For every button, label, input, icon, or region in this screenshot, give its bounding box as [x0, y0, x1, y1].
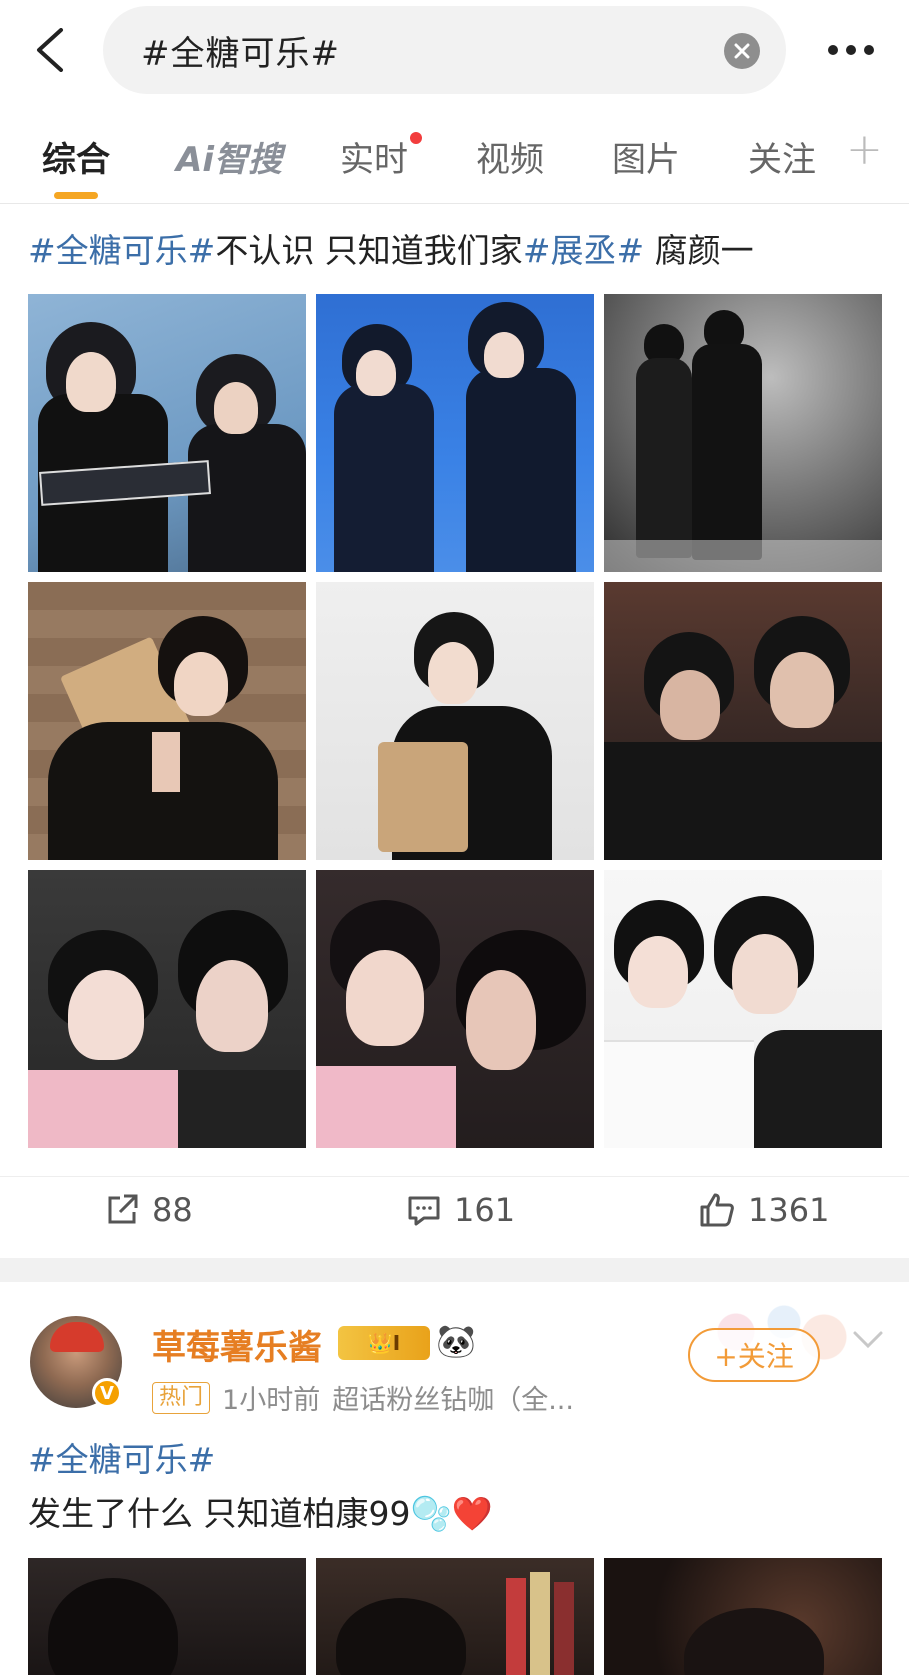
- clear-icon[interactable]: [724, 33, 760, 69]
- hashtag-link[interactable]: #全糖可乐#: [28, 231, 215, 270]
- post-source[interactable]: 超话粉丝钻咖（全...: [332, 1378, 574, 1417]
- like-icon: [700, 1193, 734, 1227]
- more-options-icon[interactable]: [828, 38, 888, 62]
- grid-image[interactable]: [316, 582, 594, 860]
- follow-button[interactable]: +关注: [688, 1328, 820, 1382]
- comment-count: 161: [454, 1191, 516, 1229]
- hot-badge: 热门: [152, 1381, 211, 1414]
- share-button[interactable]: 88: [104, 1191, 193, 1229]
- active-tab-indicator: [54, 192, 98, 199]
- post-text: 发生了什么 只知道柏康99🫧❤️: [28, 1494, 493, 1533]
- add-tab-icon[interactable]: +: [846, 124, 883, 175]
- chevron-down-icon[interactable]: [852, 1330, 884, 1354]
- author-name[interactable]: 草莓薯乐酱: [152, 1320, 322, 1369]
- post-text: #全糖可乐#不认识 只知道我们家#展丞# 腐颜一: [28, 229, 754, 273]
- comment-button[interactable]: 161: [406, 1191, 515, 1229]
- post-separator: [0, 1258, 909, 1282]
- grid-image[interactable]: [28, 294, 306, 572]
- share-count: 88: [152, 1191, 193, 1229]
- grid-image[interactable]: [28, 870, 306, 1148]
- grid-image[interactable]: [316, 1558, 594, 1675]
- post-actions: 88 161 1361: [0, 1176, 909, 1256]
- post-text-segment: 不认识 只知道我们家: [215, 231, 523, 270]
- share-icon: [108, 1194, 138, 1224]
- notification-dot: [410, 132, 422, 144]
- tab-bar: 综合 Ai智搜 实时 视频 图片 关注 +: [0, 118, 909, 204]
- hashtag-link[interactable]: #展丞#: [523, 231, 644, 270]
- search-query: #全糖可乐#: [141, 33, 340, 74]
- tab-comprehensive[interactable]: 综合: [42, 132, 110, 181]
- back-icon[interactable]: [28, 22, 72, 78]
- post-time: 1小时前: [222, 1385, 321, 1416]
- tab-pictures[interactable]: 图片: [612, 132, 680, 181]
- hashtag-link[interactable]: #全糖可乐#: [28, 1438, 215, 1482]
- comment-icon: [408, 1196, 440, 1226]
- tab-ai-search[interactable]: Ai智搜: [176, 132, 282, 181]
- grid-image[interactable]: [604, 870, 882, 1148]
- tab-video[interactable]: 视频: [476, 132, 544, 181]
- image-grid: [28, 1558, 882, 1675]
- grid-image[interactable]: [604, 1558, 882, 1675]
- tab-realtime-label: 实时: [340, 140, 408, 180]
- grid-image[interactable]: [28, 582, 306, 860]
- grid-image[interactable]: [604, 582, 882, 860]
- post-meta: 热门 1小时前 超话粉丝钻咖（全...: [152, 1378, 574, 1417]
- post-text-segment: 腐颜一: [644, 231, 754, 270]
- panda-icon: 🐼: [436, 1322, 476, 1360]
- like-count: 1361: [748, 1191, 830, 1229]
- grid-image[interactable]: [316, 294, 594, 572]
- top-bar: #全糖可乐#: [0, 0, 909, 104]
- level-label: I: [392, 1331, 401, 1355]
- tab-follow[interactable]: 关注: [748, 132, 816, 181]
- crown-level-badge: 👑 I: [338, 1326, 430, 1360]
- verified-icon: V: [92, 1378, 122, 1408]
- search-input[interactable]: #全糖可乐#: [103, 6, 786, 94]
- hashtag-text: #全糖可乐#: [28, 1440, 216, 1479]
- image-grid: [28, 294, 882, 1148]
- like-button[interactable]: 1361: [698, 1191, 829, 1229]
- grid-image[interactable]: [28, 1558, 306, 1675]
- grid-image[interactable]: [316, 870, 594, 1148]
- grid-image[interactable]: [604, 294, 882, 572]
- tab-realtime[interactable]: 实时: [340, 132, 422, 181]
